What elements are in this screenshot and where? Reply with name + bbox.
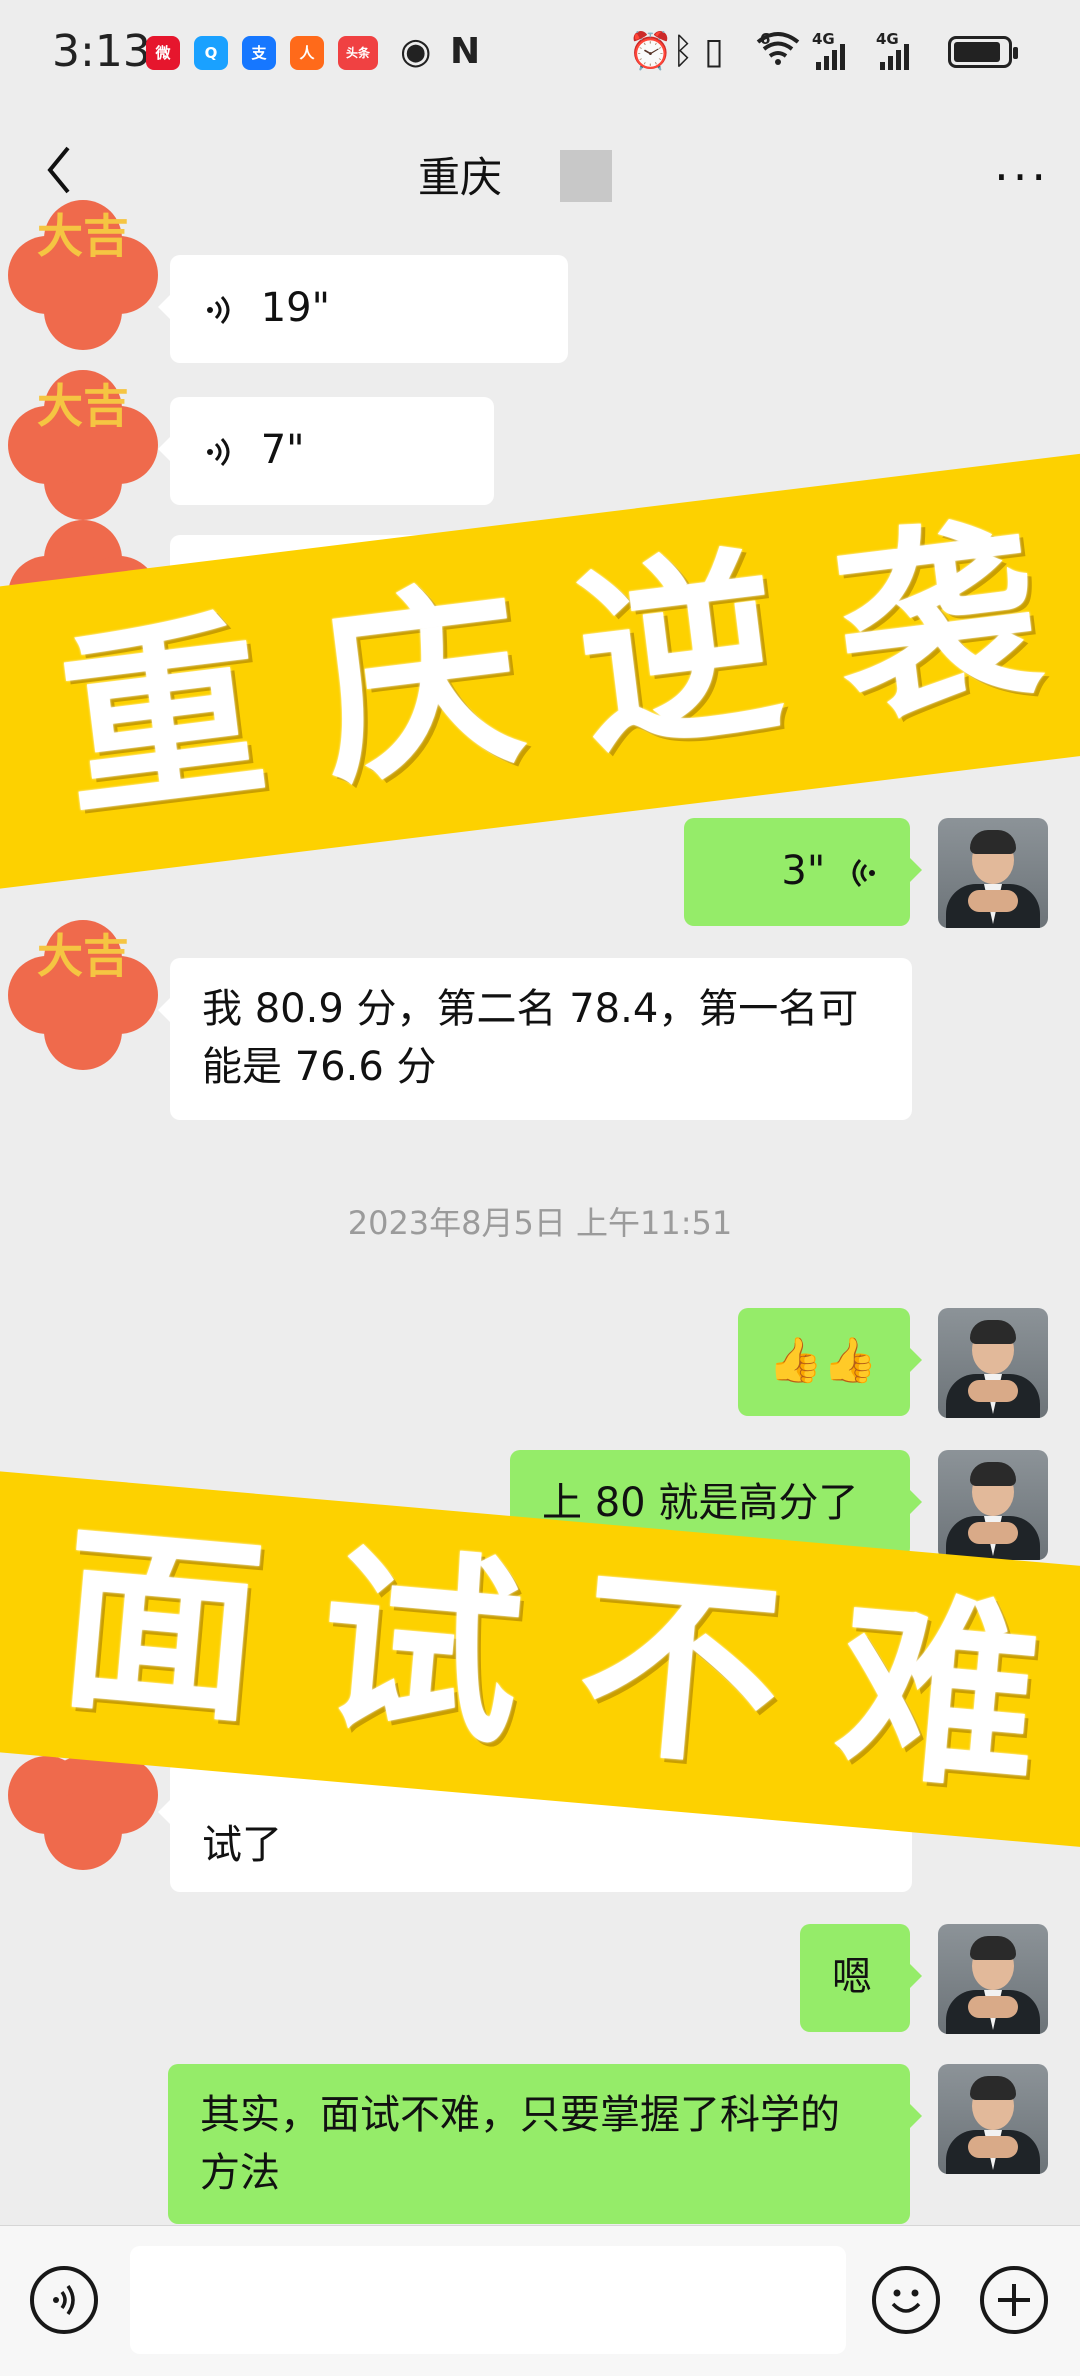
message-text: 上 80 就是高分了: [542, 1480, 859, 1526]
message-text: 嗯: [832, 1954, 872, 2000]
promo-banner-bottom: 面试不难: [0, 1465, 1080, 1855]
nfc-icon: N: [450, 31, 481, 72]
status-bar: 3:13 微 Q 支 人 头条 ◉ N ⏰ ᛒ ▯ 6 4G 4G: [0, 0, 1080, 110]
voice-message[interactable]: 7": [158, 397, 494, 505]
my-avatar[interactable]: [938, 1924, 1048, 2034]
emoji-icon[interactable]: [872, 2266, 940, 2334]
battery-icon: [948, 36, 1018, 68]
my-avatar[interactable]: [938, 818, 1048, 928]
voice-duration: 7": [260, 427, 305, 473]
message-bubble[interactable]: 其实，面试不难，只要掌握了科学的方法: [168, 2064, 922, 2224]
voice-message[interactable]: 3": [684, 818, 922, 926]
contact-avatar[interactable]: 大吉: [8, 200, 158, 350]
toutiao-icon: 头条: [338, 36, 378, 70]
promo-banner-top: 重庆逆袭: [0, 444, 1080, 896]
alipay-icon: 支: [242, 36, 276, 70]
plus-icon[interactable]: [980, 2266, 1048, 2334]
qq-browser-icon: Q: [194, 36, 228, 70]
message-bubble[interactable]: 嗯: [800, 1924, 922, 2032]
banner-text: 重庆逆袭: [49, 485, 1080, 846]
input-bar: [0, 2225, 1080, 2376]
signal-1-icon: [816, 42, 845, 70]
message-input[interactable]: [130, 2246, 846, 2354]
message-timestamp: 2023年8月5日 上午11:51: [347, 1204, 733, 1242]
contact-avatar[interactable]: 大吉: [8, 920, 158, 1070]
status-time: 3:13: [52, 26, 151, 77]
app-icon: 人: [290, 36, 324, 70]
thumbs-up-emoji: 👍👍: [768, 1335, 878, 1386]
redacted-block: [560, 150, 612, 202]
eye-icon: ◉: [400, 31, 432, 72]
bluetooth-icon: ᛒ: [672, 31, 694, 72]
avatar-text: 大吉: [37, 929, 129, 983]
message-bubble[interactable]: 👍👍: [738, 1308, 922, 1416]
message-bubble[interactable]: 我 80.9 分，第二名 78.4，第一名可能是 76.6 分: [158, 958, 912, 1120]
voice-wave-icon: [207, 437, 230, 467]
more-dots-icon[interactable]: ···: [994, 150, 1050, 204]
message-text: 我 80.9 分，第二名 78.4，第一名可能是 76.6 分: [202, 986, 859, 1090]
alarm-icon: ⏰: [628, 31, 673, 72]
net-label-6: 6: [760, 30, 771, 48]
chat-title: 重庆: [417, 153, 502, 202]
avatar-text: 大吉: [37, 379, 129, 433]
my-avatar[interactable]: [938, 1450, 1048, 1560]
vibrate-icon: ▯: [704, 31, 724, 72]
avatar-text: 大吉: [37, 209, 129, 263]
voice-duration: 3": [781, 848, 826, 894]
battery-level: [954, 42, 1001, 62]
contact-avatar[interactable]: 大吉: [8, 370, 158, 520]
voice-message[interactable]: 19": [158, 255, 568, 363]
voice-wave-icon: [852, 858, 875, 888]
chat-header: 重庆 ···: [0, 110, 1080, 230]
message-text: 其实，面试不难，只要掌握了科学的方法: [200, 2092, 840, 2196]
banner-text: 面试不难: [51, 1499, 1080, 1825]
my-avatar[interactable]: [938, 1308, 1048, 1418]
voice-toggle-icon[interactable]: [30, 2266, 98, 2334]
message-text: 试了: [202, 1822, 282, 1868]
voice-duration: 19": [260, 285, 331, 331]
my-avatar[interactable]: [938, 2064, 1048, 2174]
voice-wave-icon: [207, 295, 230, 325]
weibo-icon: 微: [146, 36, 180, 70]
signal-2-icon: [880, 42, 909, 70]
